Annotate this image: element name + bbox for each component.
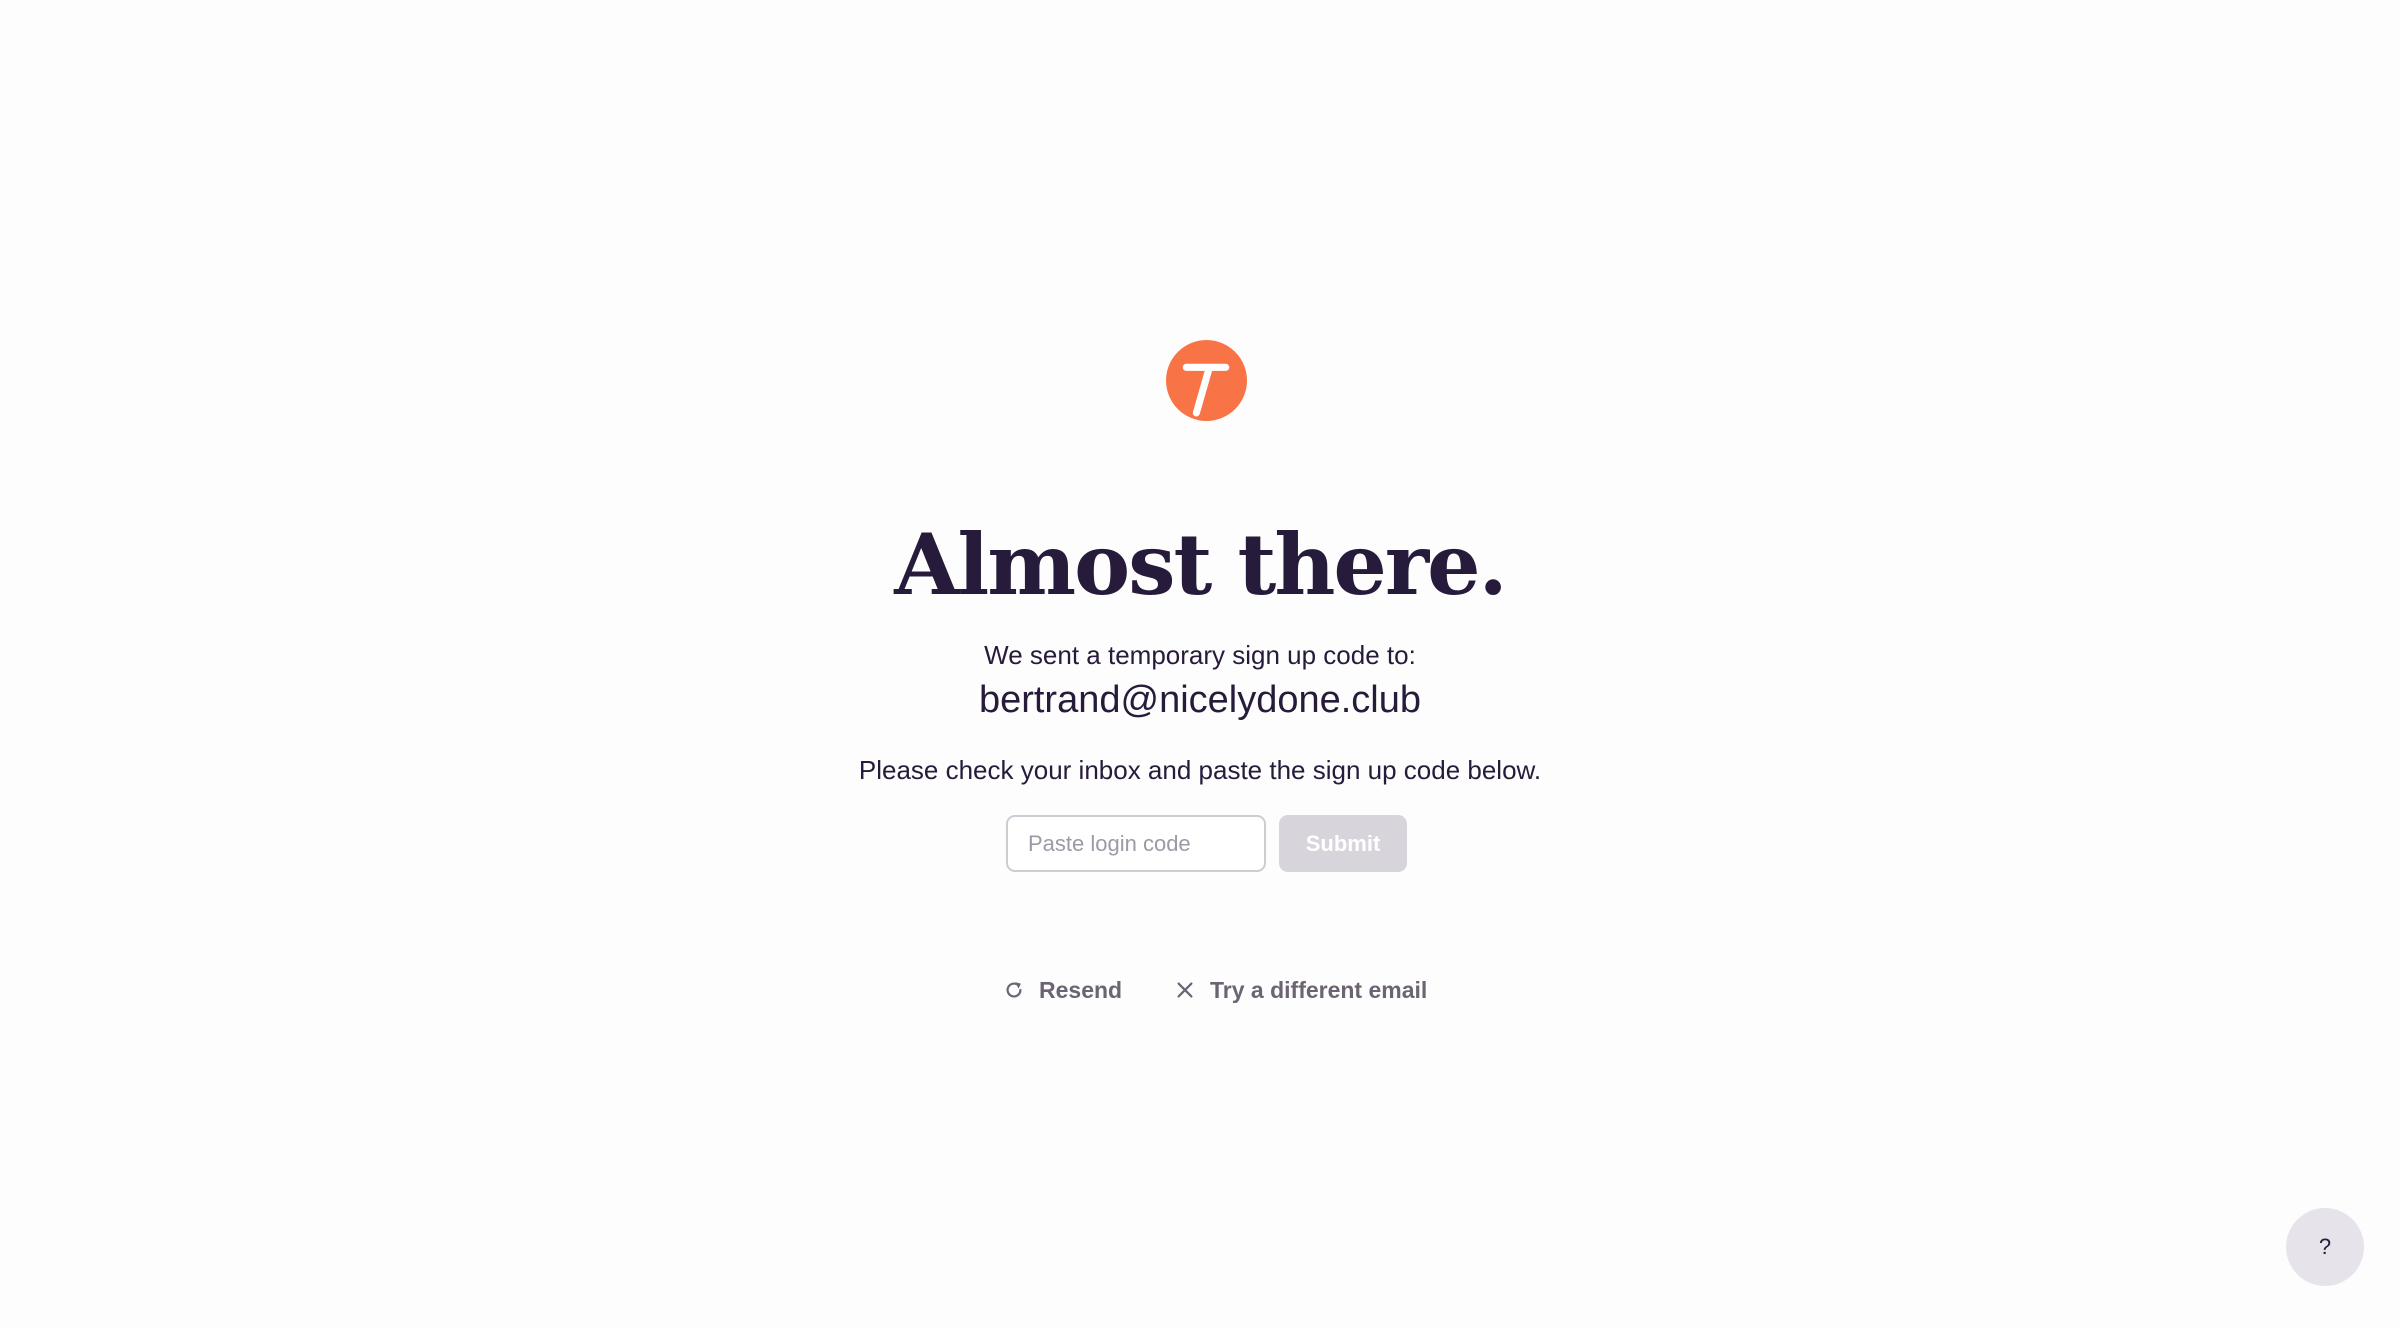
- instructions-text: Please check your inbox and paste the si…: [858, 755, 1542, 785]
- login-code-input[interactable]: [1006, 815, 1266, 872]
- resend-link[interactable]: Resend: [1003, 972, 1122, 1008]
- resend-label: Resend: [1039, 976, 1123, 1003]
- close-icon: [1174, 979, 1196, 1001]
- try-different-email-label: Try a different email: [1210, 976, 1428, 1003]
- submit-button[interactable]: Submit: [1279, 815, 1407, 872]
- page-title: Almost there.: [894, 515, 1508, 614]
- toggl-logo-icon: [1166, 340, 1247, 421]
- recipient-email: bertrand@nicelydone.club: [978, 679, 1422, 721]
- refresh-icon: [1003, 979, 1025, 1001]
- help-button[interactable]: ?: [2286, 1208, 2364, 1286]
- sent-code-label: We sent a temporary sign up code to:: [984, 640, 1416, 670]
- try-different-email-link[interactable]: Try a different email: [1174, 972, 1427, 1008]
- help-label: ?: [2318, 1234, 2332, 1259]
